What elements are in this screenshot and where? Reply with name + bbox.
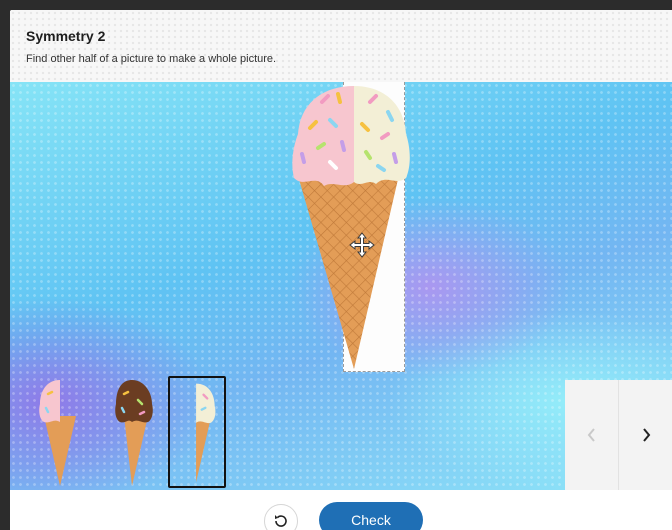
activity-title: Symmetry 2 [26, 28, 106, 44]
chevron-left-icon [587, 428, 595, 442]
choice-navigation [565, 380, 672, 490]
choice-pink-scoop-half[interactable] [32, 376, 90, 488]
reset-button[interactable] [264, 504, 298, 530]
chevron-right-icon [642, 428, 650, 442]
cone-left [294, 162, 354, 369]
puzzle-stage [10, 82, 672, 490]
prev-button[interactable] [565, 380, 618, 490]
next-button[interactable] [619, 380, 672, 490]
choice-chocolate-scoop-half[interactable] [102, 376, 160, 488]
choice-vanilla-scoop-half[interactable] [168, 376, 226, 488]
activity-instruction: Find other half of a picture to make a w… [26, 53, 277, 65]
choice-tray [10, 370, 565, 490]
check-button[interactable]: Check [319, 502, 423, 530]
undo-icon [275, 515, 287, 527]
move-icon [349, 232, 375, 258]
activity-frame: Symmetry 2 Find other half of a picture … [10, 10, 672, 530]
footer-bar: Check [10, 490, 672, 530]
activity-header: Symmetry 2 Find other half of a picture … [10, 10, 672, 82]
ice-cream-puzzle[interactable] [270, 82, 410, 372]
cone-right [354, 162, 402, 369]
